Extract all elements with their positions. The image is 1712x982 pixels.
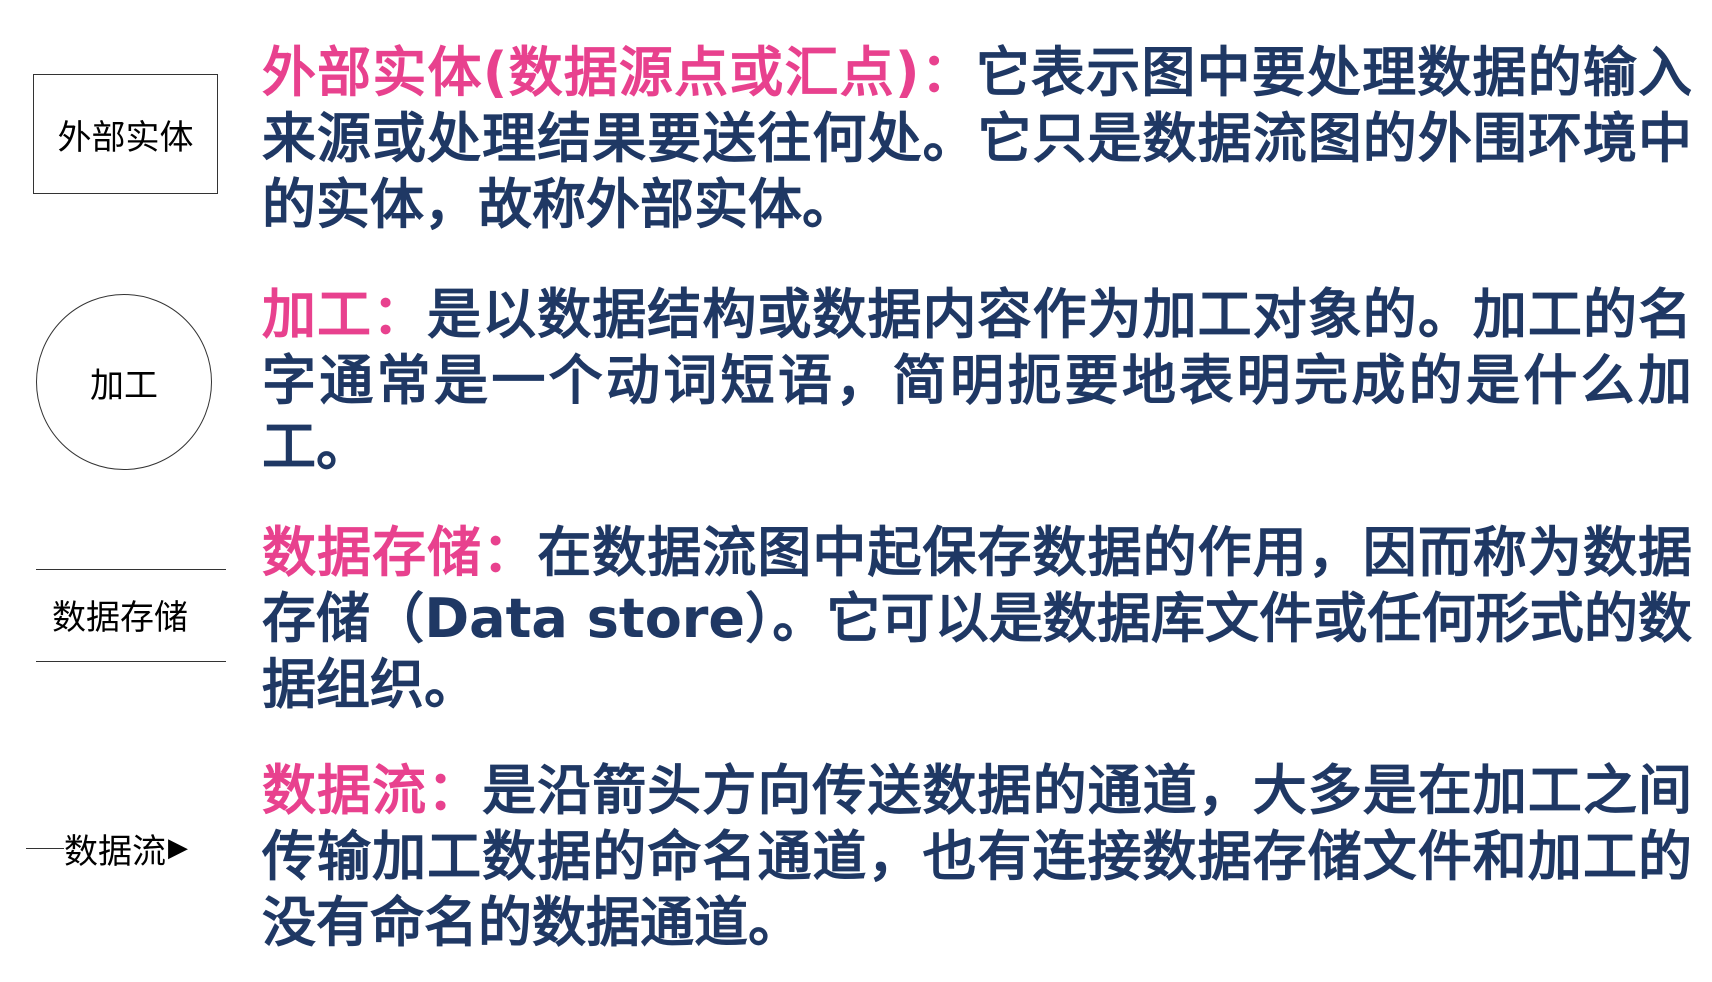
flow-symbol-label: 数据流 bbox=[64, 831, 166, 872]
flow-description: 数据流：是沿箭头方向传送数据的通道，大多是在加工之间传输加工数据的命名通道，也有… bbox=[262, 758, 1692, 956]
flow-line bbox=[26, 847, 64, 849]
flow-symbol: 数据流 ▶ bbox=[26, 823, 188, 873]
process-circle: 加工 bbox=[36, 294, 212, 470]
process-term: 加工： bbox=[262, 283, 428, 346]
store-bottom-line bbox=[36, 661, 226, 662]
entity-term: 外部实体(数据源点或汇点)： bbox=[262, 41, 976, 104]
process-description-text: 是以数据结构或数据内容作为加工对象的。加工的名字通常是一个动词短语，简明扼要地表… bbox=[262, 283, 1693, 478]
store-symbol-label: 数据存储 bbox=[52, 598, 188, 638]
store-top-line bbox=[36, 569, 226, 570]
entity-symbol-label: 外部实体 bbox=[57, 117, 194, 158]
entity-description: 外部实体(数据源点或汇点)：它表示图中要处理数据的输入来源或处理结果要送往何处。… bbox=[262, 40, 1692, 238]
process-symbol-label: 加工 bbox=[90, 365, 158, 406]
flow-term: 数据流： bbox=[262, 759, 483, 822]
process-description: 加工：是以数据结构或数据内容作为加工对象的。加工的名字通常是一个动词短语，简明扼… bbox=[262, 282, 1692, 480]
store-term: 数据存储： bbox=[262, 521, 538, 584]
entity-box: 外部实体 bbox=[33, 74, 218, 194]
store-description: 数据存储：在数据流图中起保存数据的作用，因而称为数据存储（Data store）… bbox=[262, 520, 1692, 718]
arrow-right-icon: ▶ bbox=[168, 833, 188, 863]
